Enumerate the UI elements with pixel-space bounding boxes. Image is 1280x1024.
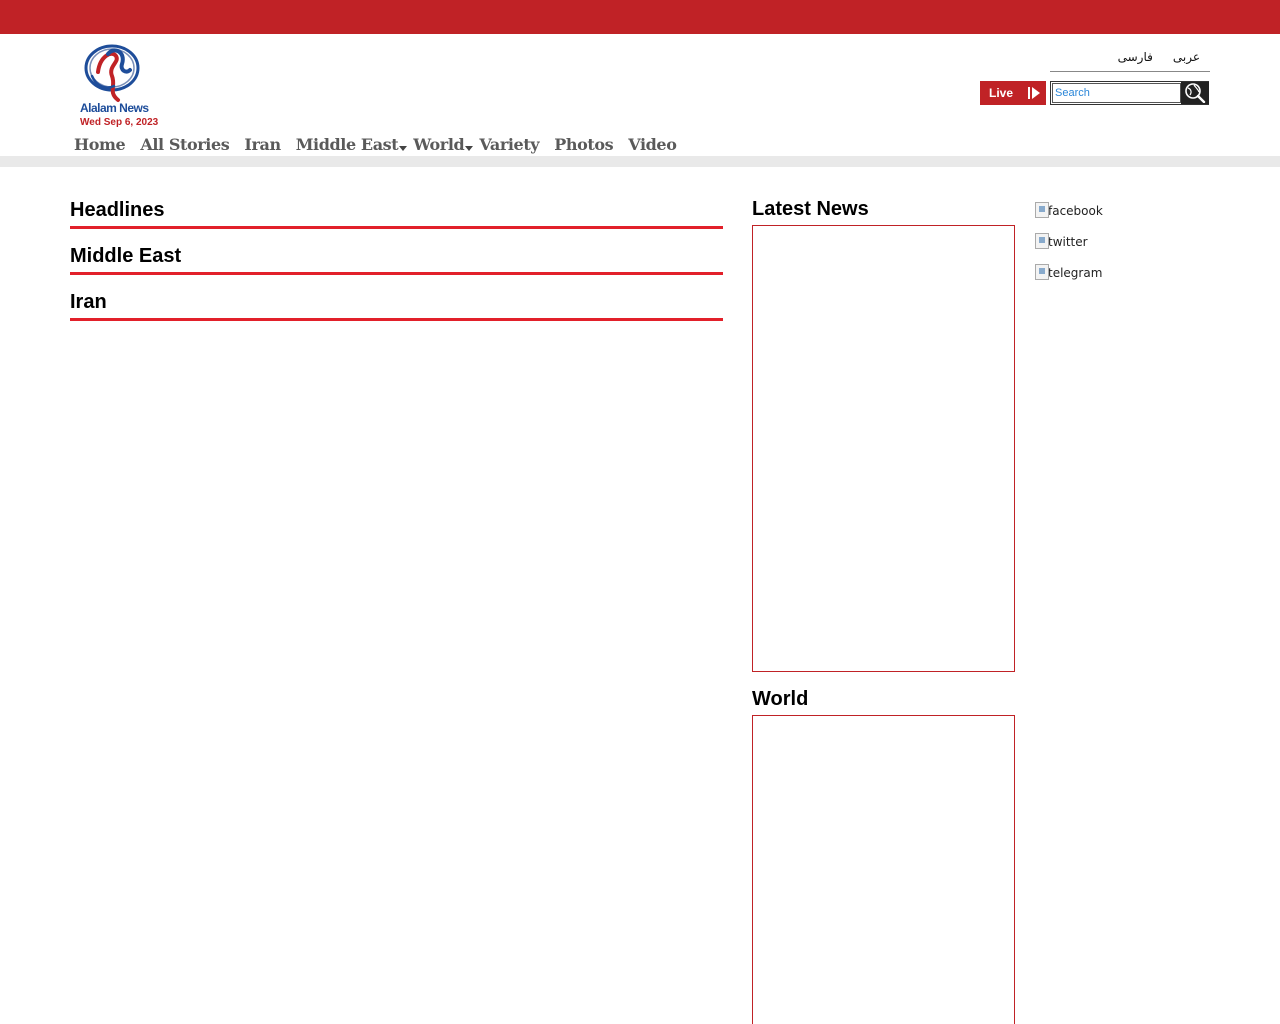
telegram-alt-text: telegram: [1048, 266, 1103, 280]
lang-farsi-link[interactable]: فارسی: [1118, 50, 1153, 71]
nav-variety[interactable]: Variety: [479, 133, 539, 155]
lang-arabic-link[interactable]: عربی: [1173, 50, 1200, 71]
top-brand-bar: [0, 0, 1280, 34]
search-box: [1050, 81, 1209, 105]
main-nav: Home All Stories Iran Middle East World …: [74, 133, 691, 155]
search-input[interactable]: [1052, 83, 1181, 103]
section-rule: [70, 272, 723, 275]
section-title[interactable]: Iran: [70, 290, 723, 314]
world-title[interactable]: World: [752, 688, 808, 711]
facebook-alt-text: facebook: [1048, 204, 1103, 218]
nav-video[interactable]: Video: [628, 133, 677, 155]
current-date: Wed Sep 6, 2023: [80, 117, 159, 128]
search-globe-icon: [1185, 83, 1206, 103]
latest-news-box: [752, 225, 1015, 672]
telegram-link[interactable]: telegram: [1035, 260, 1102, 280]
section-iran: Iran: [70, 290, 723, 321]
nav-divider: [0, 156, 1280, 167]
world-box: [752, 715, 1015, 1024]
live-button[interactable]: Live: [980, 81, 1046, 105]
nav-all-stories[interactable]: All Stories: [140, 133, 229, 155]
nav-photos[interactable]: Photos: [554, 133, 613, 155]
nav-world[interactable]: World: [413, 133, 474, 155]
twitter-icon: [1035, 233, 1049, 249]
logo-wordmark: Alalam News: [80, 101, 149, 115]
chevron-down-icon: [465, 146, 474, 151]
telegram-icon: [1035, 264, 1049, 280]
section-title[interactable]: Headlines: [70, 198, 723, 222]
twitter-link[interactable]: twitter: [1035, 229, 1088, 249]
section-headlines: Headlines: [70, 198, 723, 229]
section-rule: [70, 226, 723, 229]
language-switcher: فارسی عربی: [1050, 50, 1210, 72]
nav-home[interactable]: Home: [74, 133, 126, 155]
chevron-down-icon: [399, 146, 408, 151]
alalam-logo-mark-icon: [84, 44, 140, 102]
nav-iran[interactable]: Iran: [244, 133, 281, 155]
facebook-icon: [1035, 202, 1049, 218]
section-title[interactable]: Middle East: [70, 244, 723, 268]
facebook-link[interactable]: facebook: [1035, 198, 1103, 218]
section-rule: [70, 318, 723, 321]
live-label: Live: [989, 86, 1014, 100]
nav-middle-east[interactable]: Middle East: [296, 133, 408, 155]
latest-news-title[interactable]: Latest News: [752, 198, 869, 221]
twitter-alt-text: twitter: [1048, 235, 1088, 249]
play-icon: [1028, 87, 1040, 99]
section-middle-east: Middle East: [70, 244, 723, 275]
search-button[interactable]: [1181, 82, 1209, 104]
